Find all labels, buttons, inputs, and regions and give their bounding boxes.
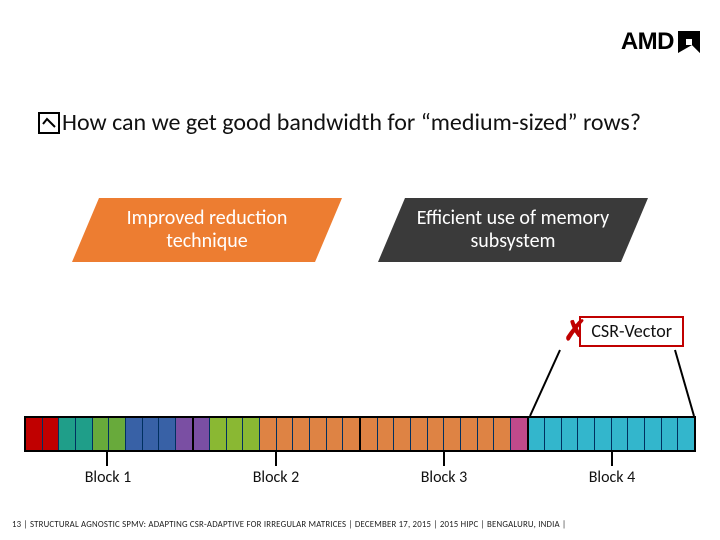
block — [361, 416, 529, 452]
block-cell — [158, 418, 175, 450]
block-cell — [108, 418, 125, 450]
block-cell — [544, 418, 561, 450]
block-cell — [276, 418, 293, 450]
pill-text: Efficient use of memory subsystem — [378, 198, 648, 262]
block-cell — [259, 418, 276, 450]
block-cell — [209, 418, 226, 450]
block-cell — [477, 418, 494, 450]
cross-icon: ✗ — [563, 314, 586, 347]
block-cell — [510, 418, 527, 450]
block-cell — [26, 418, 42, 450]
block-cell — [529, 418, 545, 450]
block-cell — [226, 418, 243, 450]
block-cell — [292, 418, 309, 450]
connector-lines — [0, 0, 720, 540]
block-label: Block 3 — [360, 468, 528, 487]
block-cell — [92, 418, 109, 450]
block-cell — [194, 418, 210, 450]
block-cell — [611, 418, 628, 450]
pill-text: Improved reduction technique — [72, 198, 342, 262]
block-cell — [460, 418, 477, 450]
block — [24, 416, 194, 452]
block-label: Block 1 — [24, 468, 192, 487]
slide-question: How can we get good bandwidth for “mediu… — [38, 108, 690, 142]
block-cell — [175, 418, 192, 450]
block-cell — [443, 418, 460, 450]
block-cell — [242, 418, 259, 450]
block-cell — [677, 418, 694, 450]
block — [529, 416, 697, 452]
brand-logo-text: AMD — [621, 28, 674, 56]
block-cell — [644, 418, 661, 450]
block-label: Block 2 — [192, 468, 360, 487]
block-cell — [594, 418, 611, 450]
block-cell — [361, 418, 377, 450]
csr-vector-label: CSR-Vector — [579, 316, 684, 347]
block-label: Block 4 — [528, 468, 696, 487]
block-cell — [661, 418, 678, 450]
block-cell — [75, 418, 92, 450]
block-cell — [377, 418, 394, 450]
brand-logo-arrow-icon — [678, 31, 700, 53]
block-cell — [427, 418, 444, 450]
block — [194, 416, 362, 452]
block-labels-row: Block 1 Block 2 Block 3 Block 4 — [24, 468, 696, 487]
block-strip — [24, 416, 696, 452]
csr-vector-group: ✗ CSR-Vector — [579, 320, 684, 342]
block-cell — [493, 418, 510, 450]
block-cell — [342, 418, 359, 450]
block-cell — [393, 418, 410, 450]
pill-improved-reduction: Improved reduction technique — [72, 198, 342, 262]
block-cell — [627, 418, 644, 450]
block-cell — [309, 418, 326, 450]
slide-question-text: How can we get good bandwidth for “mediu… — [62, 108, 641, 137]
brand-logo: AMD — [621, 28, 700, 56]
block-cell — [577, 418, 594, 450]
block-cell — [326, 418, 343, 450]
bullet-box-arrow-icon — [38, 112, 60, 142]
block-cell — [142, 418, 159, 450]
slide-footer: 13 | STRUCTURAL AGNOSTIC SPMV: ADAPTING … — [12, 520, 708, 530]
block-cell — [125, 418, 142, 450]
block-cell — [561, 418, 578, 450]
block-cell — [410, 418, 427, 450]
pill-row: Improved reduction technique Efficient u… — [0, 198, 720, 262]
pill-efficient-memory: Efficient use of memory subsystem — [378, 198, 648, 262]
block-cell — [58, 418, 75, 450]
block-cell — [42, 418, 59, 450]
